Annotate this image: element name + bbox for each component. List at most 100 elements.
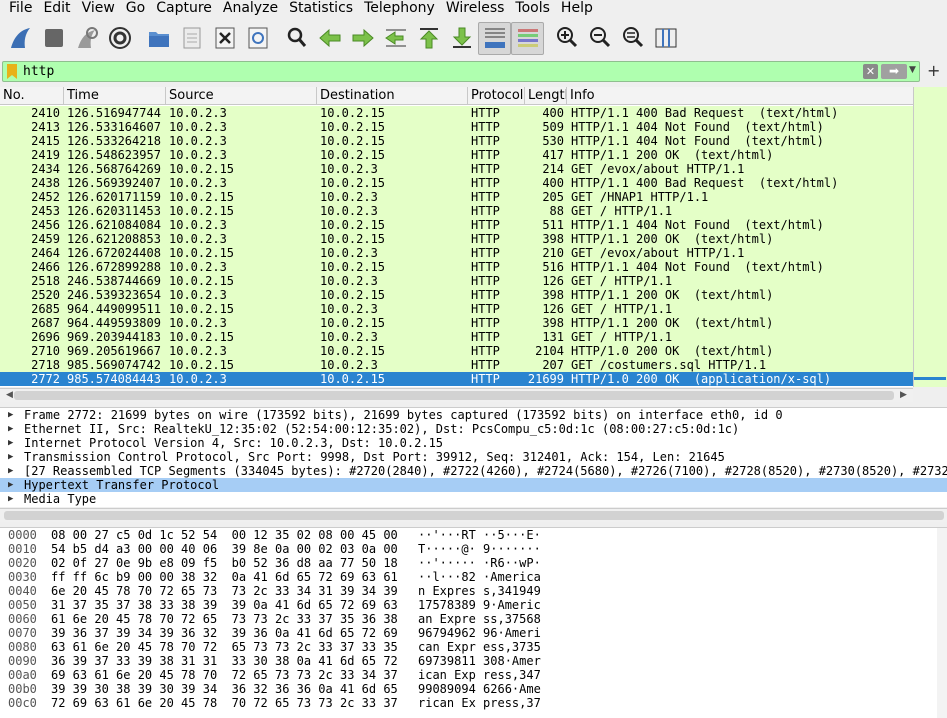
filter-history-dropdown[interactable]: ▼ bbox=[909, 65, 916, 75]
detail-tree-item[interactable]: ▶ Frame 2772: 21699 bytes on wire (173592… bbox=[0, 408, 947, 422]
bytes-ascii[interactable]: ··'····· ·R6··wP· bbox=[418, 556, 548, 570]
zoom-reset-button[interactable] bbox=[616, 22, 649, 55]
bytes-ascii[interactable]: 96794962 96·Ameri bbox=[418, 626, 548, 640]
bytes-hex[interactable]: 02 0f 27 0e 9b e8 09 f5 b0 52 36 d8 aa 7… bbox=[44, 556, 418, 570]
clear-filter-button[interactable]: ✕ bbox=[863, 64, 878, 79]
bytes-hex[interactable]: 36 39 37 33 39 38 31 31 33 30 38 0a 41 6… bbox=[44, 654, 418, 668]
bytes-hex[interactable]: 39 39 30 38 39 30 39 34 36 32 36 36 0a 4… bbox=[44, 682, 418, 696]
stop-capture-button[interactable] bbox=[37, 22, 70, 55]
bytes-hex[interactable]: ff ff 6c b9 00 00 38 32 0a 41 6d 65 72 6… bbox=[44, 570, 418, 584]
apply-filter-button[interactable]: ➡ bbox=[881, 64, 907, 79]
bytes-ascii[interactable]: ··l···82 ·America bbox=[418, 570, 548, 584]
packet-row[interactable]: 2438 126.569392407 10.0.2.3 10.0.2.15 HTTP 40… bbox=[0, 176, 913, 190]
menu-statistics[interactable]: Statistics bbox=[284, 0, 359, 17]
packet-row[interactable]: 2687 964.449593809 10.0.2.3 10.0.2.15 HTTP 39… bbox=[0, 316, 913, 330]
packet-row[interactable]: 2459 126.621208853 10.0.2.3 10.0.2.15 HTTP 39… bbox=[0, 232, 913, 246]
scroll-thumb[interactable] bbox=[4, 511, 944, 520]
go-first-button[interactable] bbox=[412, 22, 445, 55]
packet-list-hscrollbar[interactable]: ◀ ▶ bbox=[0, 388, 913, 402]
column-header-protocol[interactable]: Protocol bbox=[468, 87, 525, 104]
packet-row[interactable]: 2710 969.205619667 10.0.2.3 10.0.2.15 HTTP 21… bbox=[0, 344, 913, 358]
packet-row[interactable]: 2410 126.516947744 10.0.2.3 10.0.2.15 HTTP 40… bbox=[0, 106, 913, 120]
bytes-hex[interactable]: 72 69 63 61 6e 20 45 78 70 72 65 73 73 2… bbox=[44, 696, 418, 710]
menu-go[interactable]: Go bbox=[121, 0, 151, 17]
expand-arrow-icon[interactable]: ▶ bbox=[8, 436, 13, 450]
expand-arrow-icon[interactable]: ▶ bbox=[8, 464, 13, 478]
expand-arrow-icon[interactable]: ▶ bbox=[8, 422, 13, 436]
detail-tree-item[interactable]: ▶ Ethernet II, Src: RealtekU_12:35:02 (52… bbox=[0, 422, 947, 436]
detail-tree-item[interactable]: ▶ Media Type bbox=[0, 492, 947, 506]
details-hscrollbar[interactable] bbox=[0, 508, 947, 522]
restart-capture-button[interactable] bbox=[70, 22, 103, 55]
bytes-hex[interactable]: 61 6e 20 45 78 70 72 65 73 73 2c 33 37 3… bbox=[44, 612, 418, 626]
packet-row[interactable]: 2685 964.449099511 10.0.2.15 10.0.2.3 HTTP 12… bbox=[0, 302, 913, 316]
bytes-hex[interactable]: 08 00 27 c5 0d 1c 52 54 00 12 35 02 08 0… bbox=[44, 528, 418, 542]
detail-tree-item[interactable]: ▶ Hypertext Transfer Protocol bbox=[0, 478, 947, 492]
column-header-destination[interactable]: Destination bbox=[317, 87, 468, 104]
bytes-hex[interactable]: 31 37 35 37 38 33 38 39 39 0a 41 6d 65 7… bbox=[44, 598, 418, 612]
menu-help[interactable]: Help bbox=[556, 0, 599, 17]
packet-row[interactable]: 2456 126.621084084 10.0.2.3 10.0.2.15 HTTP 51… bbox=[0, 218, 913, 232]
add-filter-button[interactable]: + bbox=[927, 61, 940, 80]
find-packet-button[interactable] bbox=[280, 22, 313, 55]
bookmark-icon[interactable] bbox=[6, 64, 18, 79]
autoscroll-button[interactable] bbox=[478, 21, 511, 55]
packet-row[interactable]: 2718 985.569074742 10.0.2.15 10.0.2.3 HTTP 20… bbox=[0, 358, 913, 372]
packet-row[interactable]: 2772 985.574084443 10.0.2.3 10.0.2.15 HTTP 21… bbox=[0, 372, 913, 386]
packet-row[interactable]: 2464 126.672024408 10.0.2.15 10.0.2.3 HTTP 21… bbox=[0, 246, 913, 260]
bytes-ascii[interactable]: ican Exp ress,347 bbox=[418, 668, 548, 682]
packet-row[interactable]: 2419 126.548623957 10.0.2.3 10.0.2.15 HTTP 41… bbox=[0, 148, 913, 162]
colorize-button[interactable] bbox=[511, 21, 544, 55]
bytes-ascii[interactable]: can Expr ess,3735 bbox=[418, 640, 548, 654]
bytes-ascii[interactable]: 99089094 6266·Ame bbox=[418, 682, 548, 696]
go-last-button[interactable] bbox=[445, 22, 478, 55]
bytes-ascii[interactable]: 17578389 9·Americ bbox=[418, 598, 548, 612]
bytes-vscrollbar[interactable] bbox=[937, 528, 947, 718]
go-forward-button[interactable] bbox=[346, 22, 379, 55]
packet-row[interactable]: 2466 126.672899288 10.0.2.3 10.0.2.15 HTTP 51… bbox=[0, 260, 913, 274]
packet-row[interactable]: 2453 126.620311453 10.0.2.15 10.0.2.3 HTTP 88… bbox=[0, 204, 913, 218]
open-file-button[interactable] bbox=[142, 22, 175, 55]
zoom-out-button[interactable] bbox=[583, 22, 616, 55]
expand-arrow-icon[interactable]: ▶ bbox=[8, 478, 13, 492]
packet-row[interactable]: 2452 126.620171159 10.0.2.15 10.0.2.3 HTTP 20… bbox=[0, 190, 913, 204]
column-header-length[interactable]: Length bbox=[525, 87, 567, 104]
save-file-button[interactable] bbox=[175, 22, 208, 55]
packet-row[interactable]: 2696 969.203944183 10.0.2.15 10.0.2.3 HTTP 13… bbox=[0, 330, 913, 344]
detail-tree-item[interactable]: ▶ Transmission Control Protocol, Src Port… bbox=[0, 450, 947, 464]
menu-file[interactable]: File bbox=[4, 0, 38, 17]
resize-columns-button[interactable] bbox=[649, 22, 682, 55]
bytes-ascii[interactable]: an Expre ss,37568 bbox=[418, 612, 548, 626]
bytes-ascii[interactable]: n Expres s,341949 bbox=[418, 584, 548, 598]
bytes-hex[interactable]: 39 36 37 39 34 39 36 32 39 36 0a 41 6d 6… bbox=[44, 626, 418, 640]
close-file-button[interactable] bbox=[208, 22, 241, 55]
menu-telephony[interactable]: Telephony bbox=[359, 0, 441, 17]
bytes-ascii[interactable]: T·····@· 9······· bbox=[418, 542, 548, 556]
start-capture-button[interactable] bbox=[4, 22, 37, 55]
go-back-button[interactable] bbox=[313, 22, 346, 55]
detail-tree-item[interactable]: ▶ Internet Protocol Version 4, Src: 10.0.… bbox=[0, 436, 947, 450]
column-header-info[interactable]: Info bbox=[567, 87, 913, 104]
column-header-time[interactable]: Time bbox=[64, 87, 166, 104]
bytes-hex[interactable]: 69 63 61 6e 20 45 78 70 72 65 73 73 2c 3… bbox=[44, 668, 418, 682]
packet-list-minimap[interactable] bbox=[913, 87, 947, 387]
menu-tools[interactable]: Tools bbox=[510, 0, 556, 17]
bytes-hex[interactable]: 54 b5 d4 a3 00 00 40 06 39 8e 0a 00 02 0… bbox=[44, 542, 418, 556]
scroll-thumb[interactable] bbox=[14, 391, 894, 400]
packet-row[interactable]: 2415 126.533264218 10.0.2.3 10.0.2.15 HTTP 53… bbox=[0, 134, 913, 148]
expand-arrow-icon[interactable]: ▶ bbox=[8, 450, 13, 464]
packet-row[interactable]: 2413 126.533164607 10.0.2.3 10.0.2.15 HTTP 50… bbox=[0, 120, 913, 134]
menu-view[interactable]: View bbox=[77, 0, 121, 17]
go-to-packet-button[interactable] bbox=[379, 22, 412, 55]
menu-wireless[interactable]: Wireless bbox=[441, 0, 511, 17]
display-filter-input[interactable] bbox=[23, 63, 843, 80]
capture-options-button[interactable] bbox=[103, 22, 136, 55]
bytes-ascii[interactable]: ··'···RT ··5···E· bbox=[418, 528, 548, 542]
reload-file-button[interactable] bbox=[241, 22, 274, 55]
bytes-ascii[interactable]: rican Ex press,37 bbox=[418, 696, 548, 710]
detail-tree-item[interactable]: ▶ [27 Reassembled TCP Segments (334045 by… bbox=[0, 464, 947, 478]
menu-analyze[interactable]: Analyze bbox=[218, 0, 284, 17]
menu-edit[interactable]: Edit bbox=[38, 0, 76, 17]
packet-row[interactable]: 2518 246.538744669 10.0.2.15 10.0.2.3 HTTP 12… bbox=[0, 274, 913, 288]
menu-capture[interactable]: Capture bbox=[151, 0, 218, 17]
